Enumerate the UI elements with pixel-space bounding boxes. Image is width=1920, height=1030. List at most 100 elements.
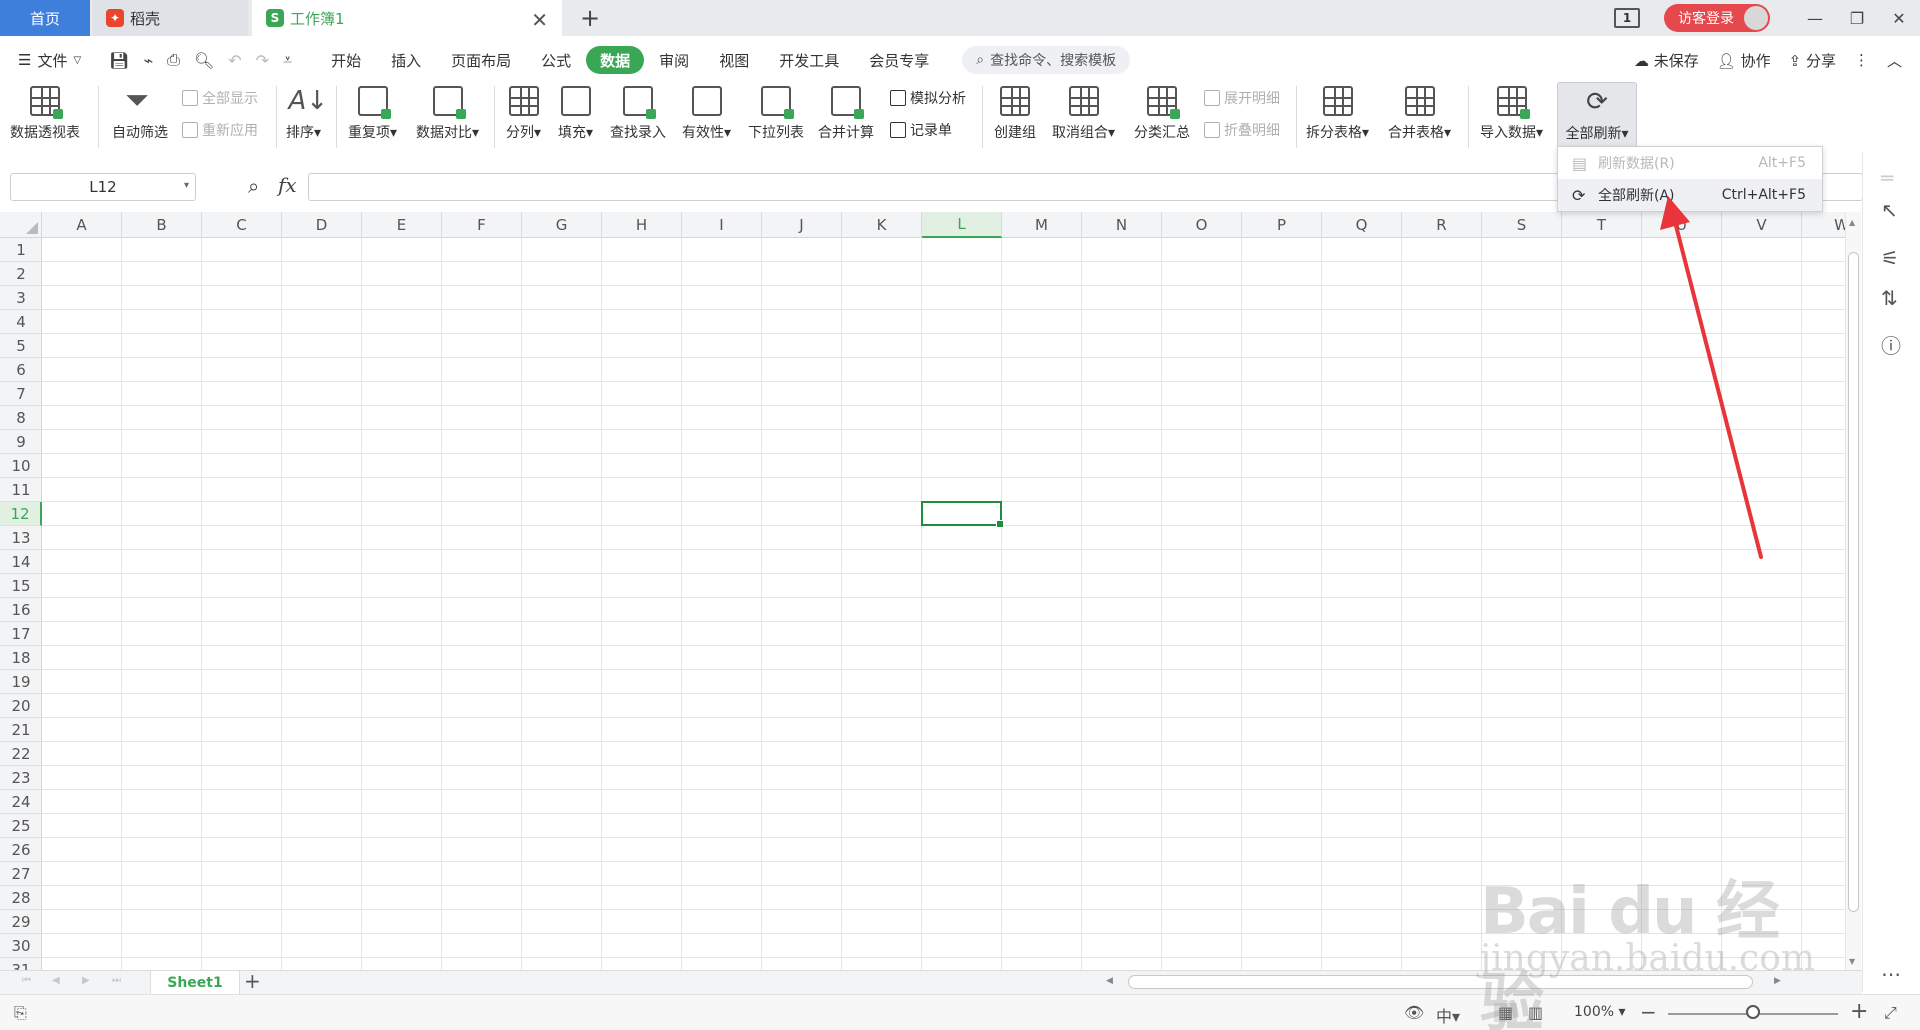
row-header[interactable]: 24 xyxy=(0,790,42,814)
column-header[interactable]: R xyxy=(1402,212,1482,238)
create-group-button[interactable]: 创建组 xyxy=(994,82,1036,152)
row-header[interactable]: 3 xyxy=(0,286,42,310)
share-button[interactable]: ⇪ 分享 xyxy=(1789,50,1836,71)
ungroup-button[interactable]: 取消组合▾ xyxy=(1052,82,1115,152)
split-column-button[interactable]: 分列▾ xyxy=(506,82,541,152)
save-icon[interactable]: 💾︎ xyxy=(109,51,129,70)
collaborate-button[interactable]: 👤︎ 协作 xyxy=(1717,50,1771,71)
next-sheet-icon[interactable]: ▶ xyxy=(82,975,90,986)
minimize-icon[interactable]: — xyxy=(1794,0,1836,36)
row-header[interactable]: 19 xyxy=(0,670,42,694)
tab-formula[interactable]: 公式 xyxy=(526,46,586,74)
row-header[interactable]: 6 xyxy=(0,358,42,382)
scroll-up-icon[interactable]: ▲ xyxy=(1849,218,1855,227)
unsaved-status[interactable]: ☁︎ 未保存 xyxy=(1634,50,1699,71)
column-header[interactable]: G xyxy=(522,212,602,238)
new-tab-plus-icon[interactable]: + xyxy=(580,4,600,32)
what-if-analysis-button[interactable]: 模拟分析 xyxy=(890,88,966,108)
close-window-icon[interactable]: ✕ xyxy=(1878,0,1920,36)
tab-home[interactable]: 首页 xyxy=(0,0,90,36)
fullscreen-icon[interactable]: ⤢ xyxy=(1884,1003,1897,1023)
backup-icon[interactable]: ⇅ xyxy=(1881,286,1898,310)
tab-daoke[interactable]: ✦ 稻壳 xyxy=(92,0,248,36)
consolidate-button[interactable]: 合并计算 xyxy=(818,82,874,152)
column-header[interactable]: C xyxy=(202,212,282,238)
eye-protection-icon[interactable]: 👁︎ xyxy=(1404,1003,1424,1022)
row-header[interactable]: 25 xyxy=(0,814,42,838)
menu-item-refresh-data[interactable]: ▤ 刷新数据(R) Alt+F5 xyxy=(1558,147,1822,179)
vertical-scrollbar[interactable]: ▲ ▼ xyxy=(1845,212,1861,970)
active-cell[interactable] xyxy=(921,501,1004,528)
column-header[interactable]: U xyxy=(1642,212,1722,238)
row-header[interactable]: 13 xyxy=(0,526,42,550)
file-menu-button[interactable]: ☰ 文件 ▽ xyxy=(18,50,81,71)
name-box[interactable]: L12 ▾ xyxy=(10,173,196,201)
expand-detail-button[interactable]: 展开明细 xyxy=(1204,88,1280,108)
tab-view[interactable]: 视图 xyxy=(704,46,764,74)
more-panel-icon[interactable]: ⋯ xyxy=(1881,962,1901,986)
tab-workbook[interactable]: S 工作簿1 ✕ xyxy=(252,0,562,36)
column-header[interactable]: H xyxy=(602,212,682,238)
format-painter-icon[interactable]: ⌁ xyxy=(143,51,153,70)
login-button[interactable]: 访客登录 xyxy=(1664,4,1770,32)
help-icon[interactable]: ⓘ xyxy=(1881,330,1901,359)
record-form-button[interactable]: 记录单 xyxy=(890,120,952,140)
last-sheet-icon[interactable]: ⏭ xyxy=(112,975,121,986)
row-header[interactable]: 9 xyxy=(0,430,42,454)
split-table-button[interactable]: 拆分表格▾ xyxy=(1306,82,1369,152)
chevron-down-icon[interactable]: ▾ xyxy=(184,180,189,191)
column-header[interactable]: L xyxy=(922,212,1002,238)
customize-quick-access-icon[interactable]: ⩡ xyxy=(283,50,292,70)
select-pointer-icon[interactable]: ↖ xyxy=(1881,198,1898,222)
tab-page-layout[interactable]: 页面布局 xyxy=(436,46,526,74)
column-header[interactable]: T xyxy=(1562,212,1642,238)
column-header[interactable]: W xyxy=(1802,212,1845,238)
more-options-icon[interactable]: ⋮ xyxy=(1854,51,1869,69)
data-compare-button[interactable]: 数据对比▾ xyxy=(416,82,479,152)
page-count-icon[interactable]: 1 xyxy=(1614,8,1640,28)
merge-table-button[interactable]: 合并表格▾ xyxy=(1388,82,1451,152)
auto-filter-button[interactable]: ⏷ 自动筛选 xyxy=(112,82,168,152)
row-header[interactable]: 17 xyxy=(0,622,42,646)
column-header[interactable]: I xyxy=(682,212,762,238)
prev-sheet-icon[interactable]: ◀ xyxy=(52,975,60,986)
column-header[interactable]: O xyxy=(1162,212,1242,238)
properties-icon[interactable]: ⚟ xyxy=(1881,246,1899,270)
redo-icon[interactable]: ↷ xyxy=(256,51,269,70)
pivot-table-button[interactable]: 数据透视表 xyxy=(10,82,80,152)
row-header[interactable]: 23 xyxy=(0,766,42,790)
row-header[interactable]: 7 xyxy=(0,382,42,406)
row-header[interactable]: 22 xyxy=(0,742,42,766)
tab-review[interactable]: 审阅 xyxy=(644,46,704,74)
zoom-formula-icon[interactable]: ⌕ xyxy=(248,174,259,198)
column-header[interactable]: N xyxy=(1082,212,1162,238)
duplicates-button[interactable]: 重复项▾ xyxy=(348,82,397,152)
dropdown-list-button[interactable]: 下拉列表 xyxy=(748,82,804,152)
first-sheet-icon[interactable]: ⏮ xyxy=(22,975,31,986)
column-header[interactable]: B xyxy=(122,212,202,238)
row-header[interactable]: 5 xyxy=(0,334,42,358)
fill-button[interactable]: 填充▾ xyxy=(558,82,593,152)
zoom-in-icon[interactable]: + xyxy=(1850,999,1868,1024)
row-header[interactable]: 31 xyxy=(0,958,42,971)
row-header[interactable]: 1 xyxy=(0,238,42,262)
row-header[interactable]: 20 xyxy=(0,694,42,718)
column-header[interactable]: E xyxy=(362,212,442,238)
row-header[interactable]: 28 xyxy=(0,886,42,910)
sheet-tab-active[interactable]: Sheet1 xyxy=(150,971,240,995)
row-header[interactable]: 8 xyxy=(0,406,42,430)
scroll-down-icon[interactable]: ▼ xyxy=(1849,957,1855,966)
insert-function-icon[interactable]: fx xyxy=(278,173,297,197)
vertical-scroll-thumb[interactable] xyxy=(1848,252,1859,912)
macro-record-icon[interactable]: ⎘ xyxy=(14,1003,27,1023)
import-data-button[interactable]: 导入数据▾ xyxy=(1480,82,1543,152)
input-method-icon[interactable]: 中▾ xyxy=(1436,1003,1460,1027)
row-header[interactable]: 21 xyxy=(0,718,42,742)
column-header[interactable]: Q xyxy=(1322,212,1402,238)
tab-developer[interactable]: 开发工具 xyxy=(764,46,854,74)
row-header[interactable]: 4 xyxy=(0,310,42,334)
print-icon[interactable]: ⎙ xyxy=(167,50,180,70)
validity-button[interactable]: 有效性▾ xyxy=(682,82,731,152)
row-header[interactable]: 26 xyxy=(0,838,42,862)
row-header[interactable]: 2 xyxy=(0,262,42,286)
